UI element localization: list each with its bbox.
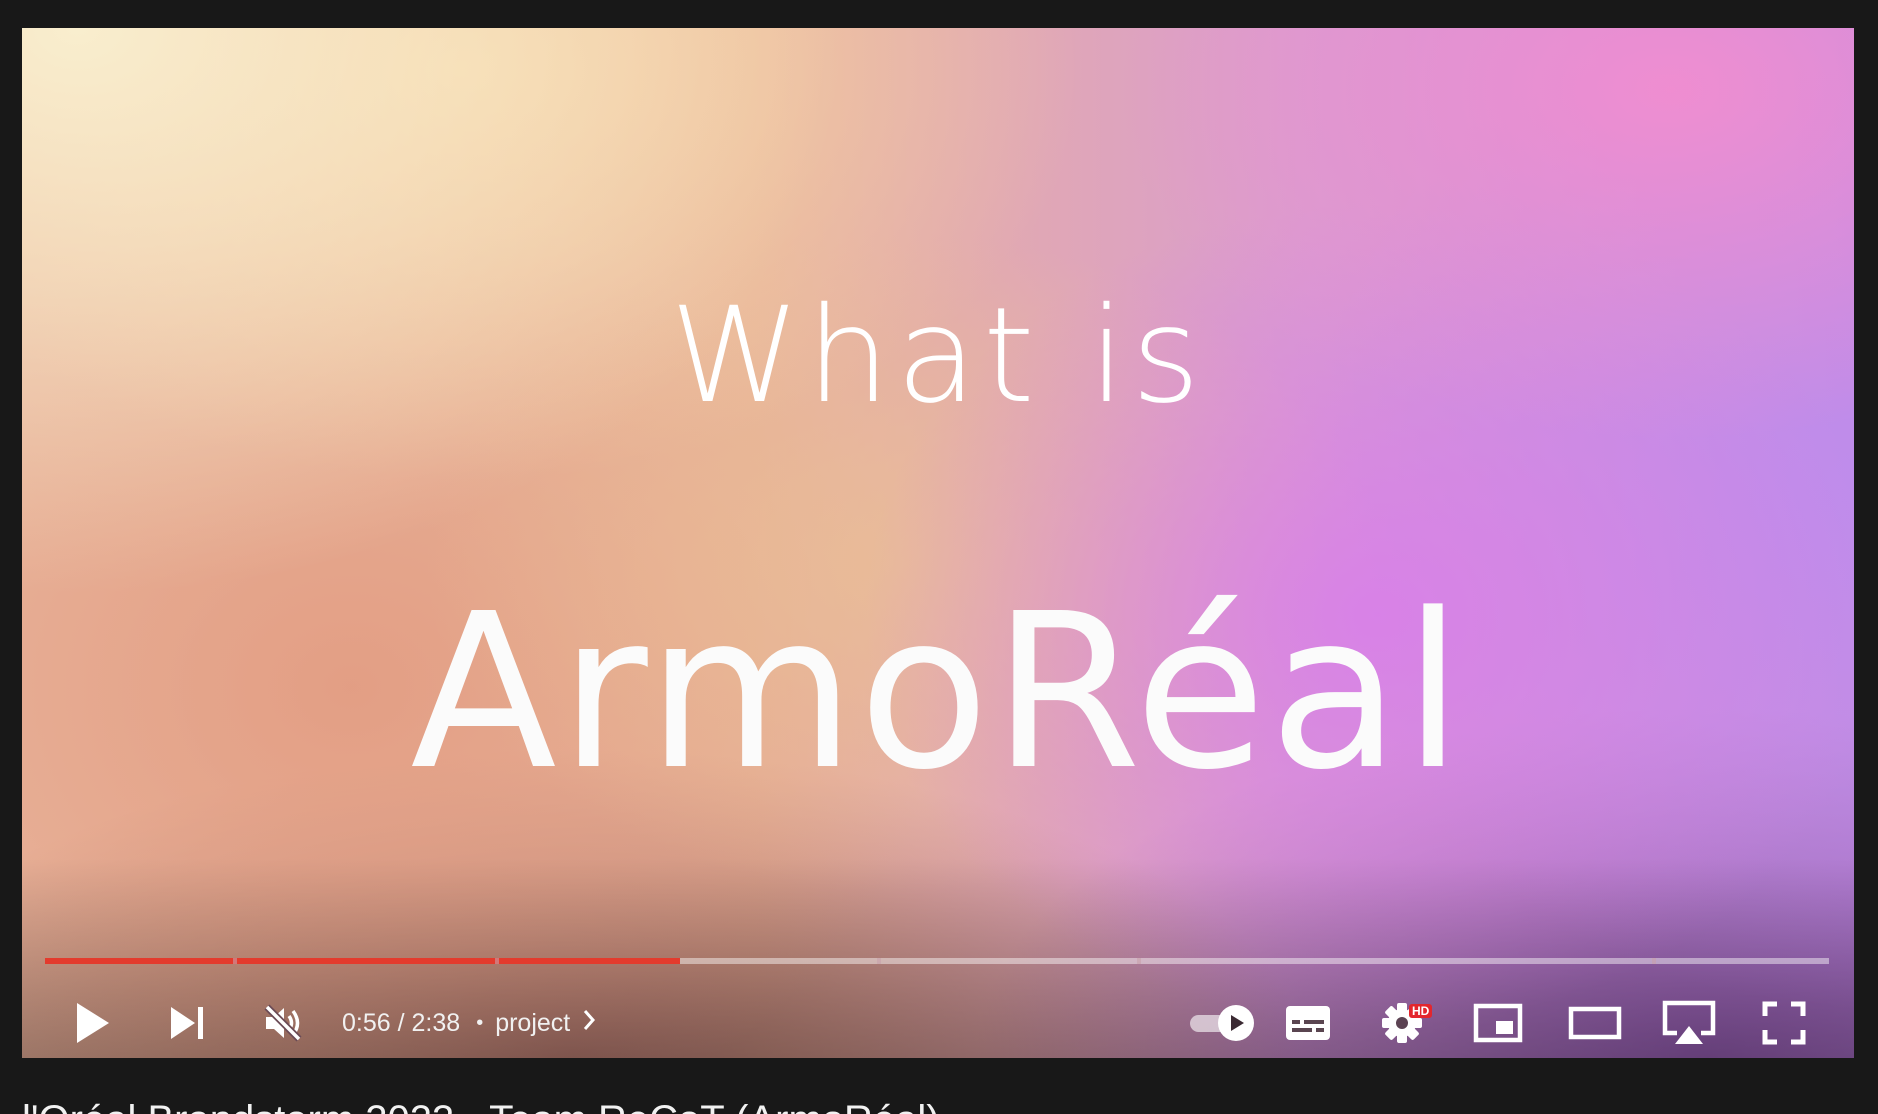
chevron-right-icon (570, 1009, 596, 1038)
time-separator: / (390, 1008, 412, 1037)
theater-mode-button[interactable] (1560, 988, 1630, 1058)
chapter-marker (877, 958, 881, 964)
volume-muted-icon (263, 1003, 303, 1043)
time-current: 0:56 (342, 1008, 391, 1037)
time-chapter-bullet: • (476, 1011, 484, 1034)
airplay-button[interactable] (1656, 988, 1722, 1058)
progress-bar[interactable] (45, 958, 1829, 964)
next-button[interactable] (162, 988, 212, 1058)
miniplayer-icon (1473, 1003, 1523, 1043)
video-headline-line2: ArmoRéal (410, 568, 1466, 817)
play-icon (75, 1002, 111, 1044)
chapter-marker (495, 958, 499, 964)
page: What is ArmoRéal 0:56 / 2:38 • project H… (0, 0, 1878, 1114)
fullscreen-button[interactable] (1752, 988, 1816, 1058)
time-display: 0:56 / 2:38 • project (342, 988, 596, 1058)
player-controls: 0:56 / 2:38 • project HD (22, 988, 1854, 1058)
chapter-marker (1652, 958, 1656, 964)
chapter-button[interactable]: project (495, 1009, 596, 1038)
subtitles-button[interactable] (1276, 988, 1340, 1058)
chapter-label: project (495, 1008, 571, 1037)
fullscreen-icon (1762, 1001, 1806, 1045)
theater-mode-icon (1568, 1006, 1622, 1040)
play-button[interactable] (68, 988, 118, 1058)
subtitles-icon (1284, 1004, 1332, 1042)
autoplay-toggle[interactable] (1184, 988, 1260, 1058)
mute-button[interactable] (258, 988, 308, 1058)
miniplayer-button[interactable] (1466, 988, 1530, 1058)
video-headline-line1: What is (669, 279, 1207, 433)
video-title: l'Oréal Brandstorm 2023 · Team ReCoT (Ar… (22, 1100, 940, 1114)
chapter-marker (1137, 958, 1141, 964)
time-total: 2:38 (411, 1008, 461, 1037)
settings-button[interactable] (1370, 988, 1434, 1058)
progress-played (45, 958, 681, 964)
hd-badge: HD (1409, 1004, 1433, 1018)
chapter-marker (233, 958, 237, 964)
next-icon (169, 1006, 205, 1040)
autoplay-toggle-icon (1186, 1003, 1258, 1043)
airplay-icon (1661, 1000, 1717, 1046)
video-player[interactable]: What is ArmoRéal 0:56 / 2:38 • project H… (22, 28, 1854, 1058)
